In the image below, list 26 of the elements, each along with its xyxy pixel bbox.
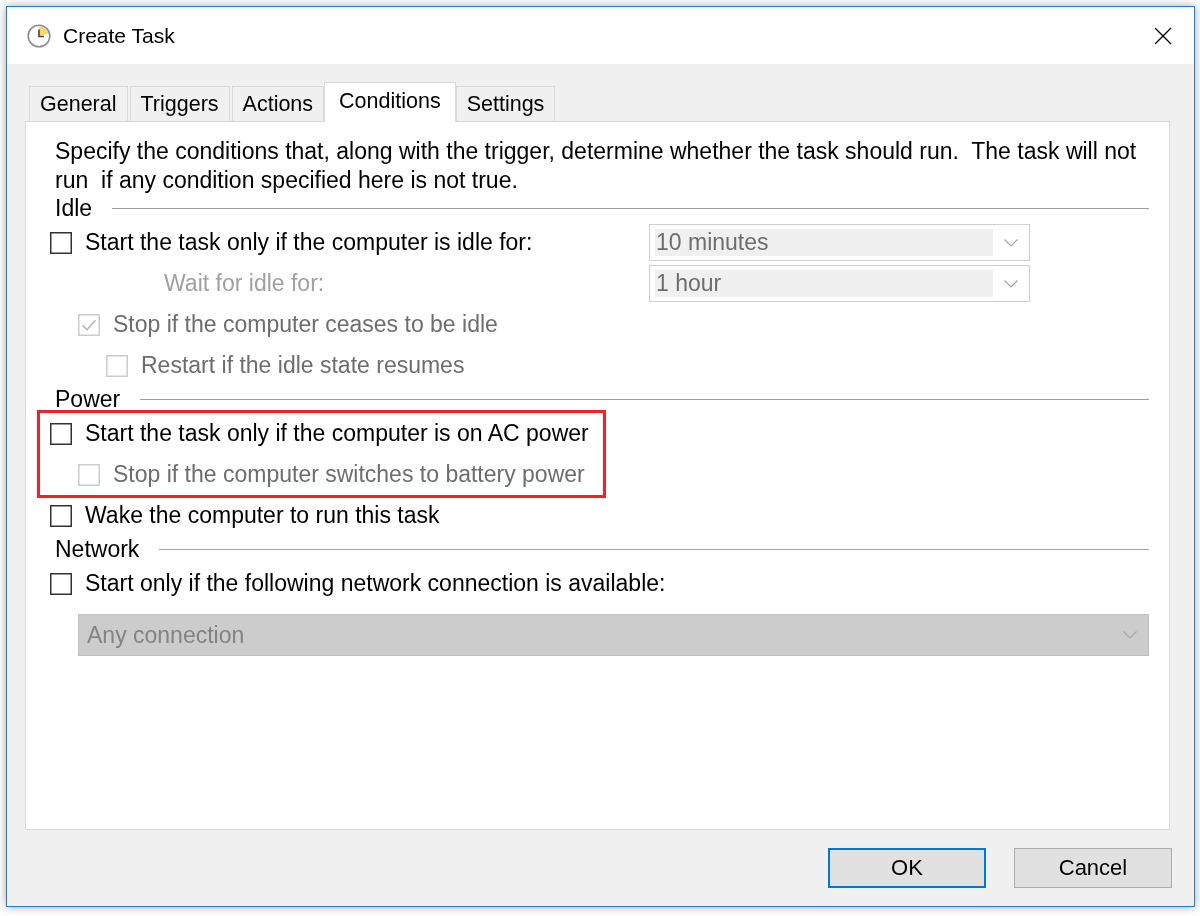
group-label: Network	[55, 536, 140, 563]
tab[interactable]: Actions	[231, 86, 325, 121]
caret-icon	[1004, 279, 1018, 288]
description-text: Specify the conditions that, along with the trigger, determine whether the task should run. The task will not run if any condition specified here is not true.	[55, 137, 1138, 195]
checkbox-label[interactable]: Wake the computer to run this task	[85, 502, 440, 529]
checkbox-label[interactable]: Start the task only if the computer is on AC power	[85, 420, 589, 447]
checkbox[interactable]	[50, 572, 72, 595]
dialog-button[interactable]: Cancel	[1014, 848, 1172, 888]
tab[interactable]: General	[29, 86, 128, 121]
tab[interactable]: Conditions	[324, 82, 456, 122]
checkbox[interactable]	[50, 504, 72, 527]
dialog-button[interactable]: OK	[828, 848, 986, 888]
field-label: Wait for idle for:	[164, 270, 325, 297]
group-label: Idle	[55, 195, 93, 222]
checkbox-label[interactable]: Start the task only if the computer is idle for:	[85, 229, 533, 256]
checkbox[interactable]	[50, 231, 72, 254]
close-icon[interactable]	[1154, 26, 1172, 45]
tab[interactable]: Settings	[455, 86, 556, 121]
window-title: Create Task	[63, 23, 175, 48]
clock-icon	[27, 23, 51, 48]
caret-icon	[1004, 238, 1018, 247]
checkbox[interactable]	[50, 422, 72, 445]
checkbox-label[interactable]: Start only if the following network connection is available:	[85, 570, 666, 597]
tab[interactable]: Triggers	[129, 86, 230, 121]
group-label: Power	[55, 386, 121, 413]
caret-icon	[1123, 631, 1137, 639]
